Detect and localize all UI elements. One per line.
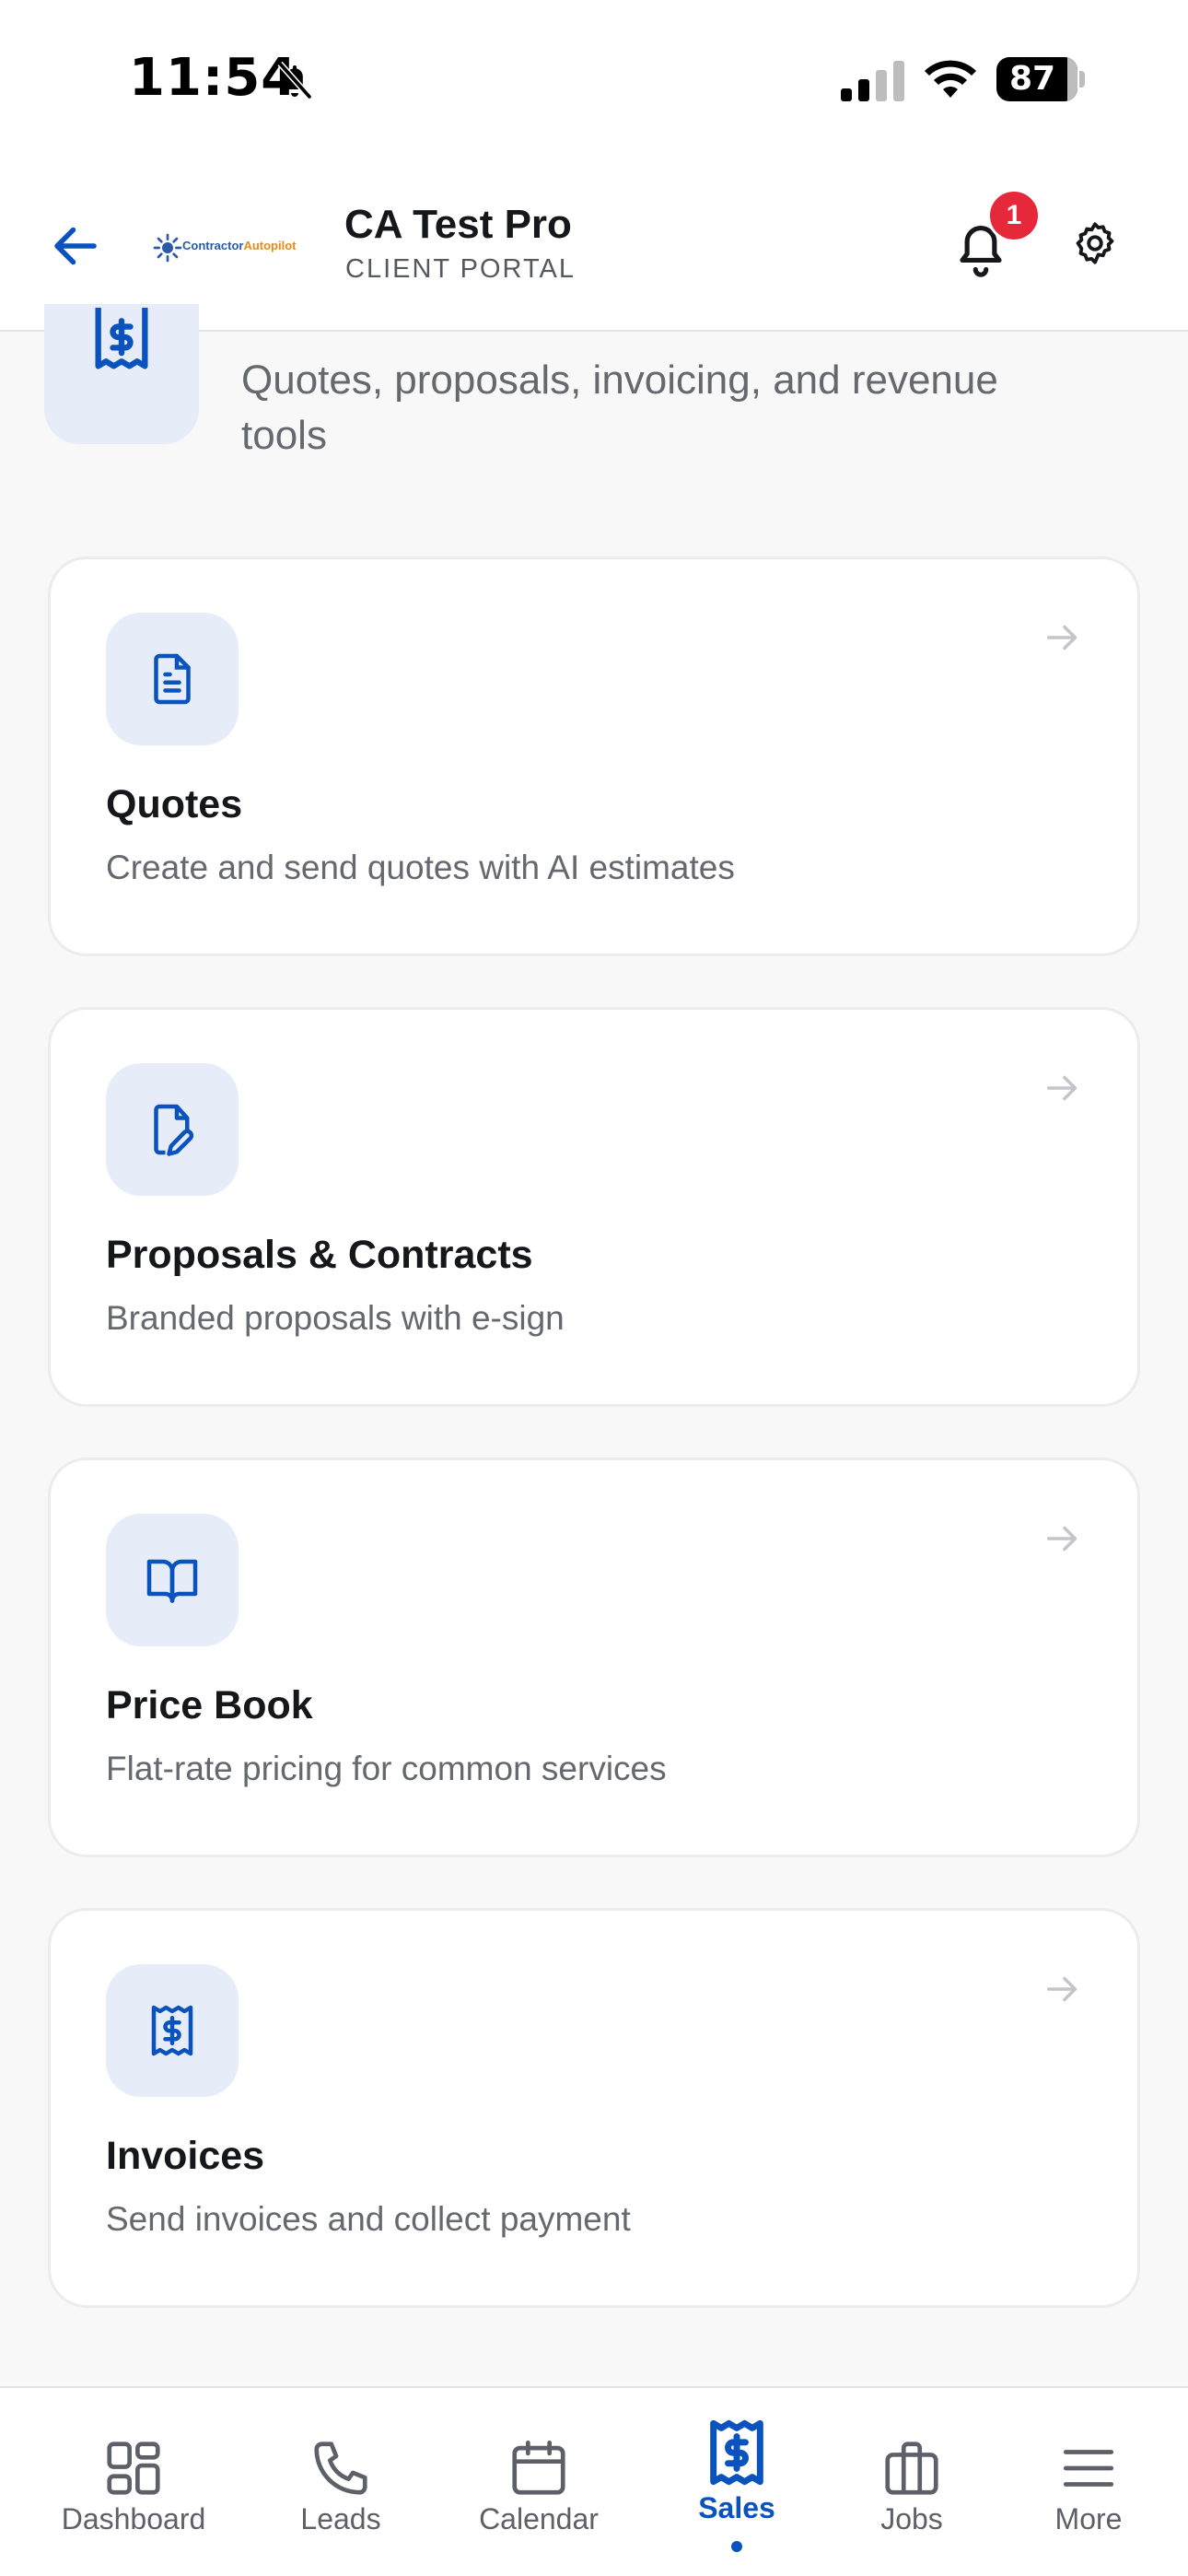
battery-level: 87 [1008,60,1056,98]
arrow-right-icon [1046,625,1077,650]
nav-item-dashboard[interactable]: Dashboard [37,2388,230,2576]
receipt-icon [151,2005,193,2056]
nav-item-jobs[interactable]: Jobs [847,2388,976,2576]
receipt-icon [710,2419,763,2486]
card-icon-container [106,1964,239,2097]
status-bar: 11:54 87 [0,0,1188,161]
nav-item-calendar[interactable]: Calendar [460,2388,617,2576]
card-description: Create and send quotes with AI estimates [106,849,735,886]
proposals-contracts-card[interactable]: Proposals & Contracts Branded proposals … [48,1007,1140,1407]
org-name: CA Test Pro [344,202,572,247]
gear-icon[interactable] [1070,218,1120,268]
briefcase-icon [885,2441,938,2495]
menu-icon [1063,2450,1114,2487]
logo-text-autopilot: Autopilot [243,239,297,252]
card-title: Quotes [106,782,243,826]
nav-label: Jobs [880,2502,943,2535]
nav-item-leads[interactable]: Leads [267,2388,414,2576]
nav-item-sales[interactable]: Sales [672,2388,801,2576]
file-signature-icon [154,1104,194,1156]
wifi-icon [925,60,976,98]
receipt-icon [95,308,148,369]
battery-icon: 87 [996,57,1085,101]
card-description: Branded proposals with e-sign [106,1299,565,1337]
card-icon-container [106,1063,239,1196]
sales-section-icon [44,304,199,444]
card-title: Proposals & Contracts [106,1233,533,1277]
nav-label: Leads [300,2502,381,2535]
cellular-signal-icon [841,61,904,101]
nav-item-more[interactable]: More [1024,2388,1153,2576]
invoices-card[interactable]: Invoices Send invoices and collect payme… [48,1908,1140,2308]
calendar-icon [512,2440,565,2495]
phone-icon [314,2441,367,2495]
active-indicator-dot [731,2541,742,2552]
nav-label: Dashboard [61,2502,206,2535]
card-description: Send invoices and collect payment [106,2200,631,2238]
bell-slash-icon [277,61,312,100]
quotes-card[interactable]: Quotes Create and send quotes with AI es… [48,556,1140,956]
logo-wordmark: ContractorAutopilot [182,239,297,252]
sun-logo-icon [153,233,182,263]
arrow-right-icon [1046,1976,1077,2002]
back-arrow-icon[interactable] [48,218,103,274]
card-icon-container [106,1514,239,1646]
card-title: Invoices [106,2134,265,2178]
section-description: Quotes, proposals, invoicing, and revenu… [241,357,998,458]
nav-label: More [1054,2502,1123,2535]
logo-text-contractor: Contractor [182,239,244,252]
card-title: Price Book [106,1683,313,1727]
org-subtitle: CLIENT PORTAL [345,254,577,284]
company-logo: ContractorAutopilot [153,228,311,268]
nav-label: Sales [698,2491,775,2524]
price-book-card[interactable]: Price Book Flat-rate pricing for common … [48,1458,1140,1857]
arrow-right-icon [1046,1075,1077,1101]
book-open-icon [146,1559,198,1603]
document-icon [154,653,191,705]
notification-badge: 1 [987,189,1041,242]
card-icon-container [106,613,239,745]
dashboard-grid-icon [107,2441,160,2495]
card-description: Flat-rate pricing for common services [106,1750,667,1787]
bottom-navigation: Dashboard Leads Calendar Sales Jobs More [0,2386,1188,2576]
arrow-right-icon [1046,1526,1077,1551]
nav-label: Calendar [479,2502,599,2535]
